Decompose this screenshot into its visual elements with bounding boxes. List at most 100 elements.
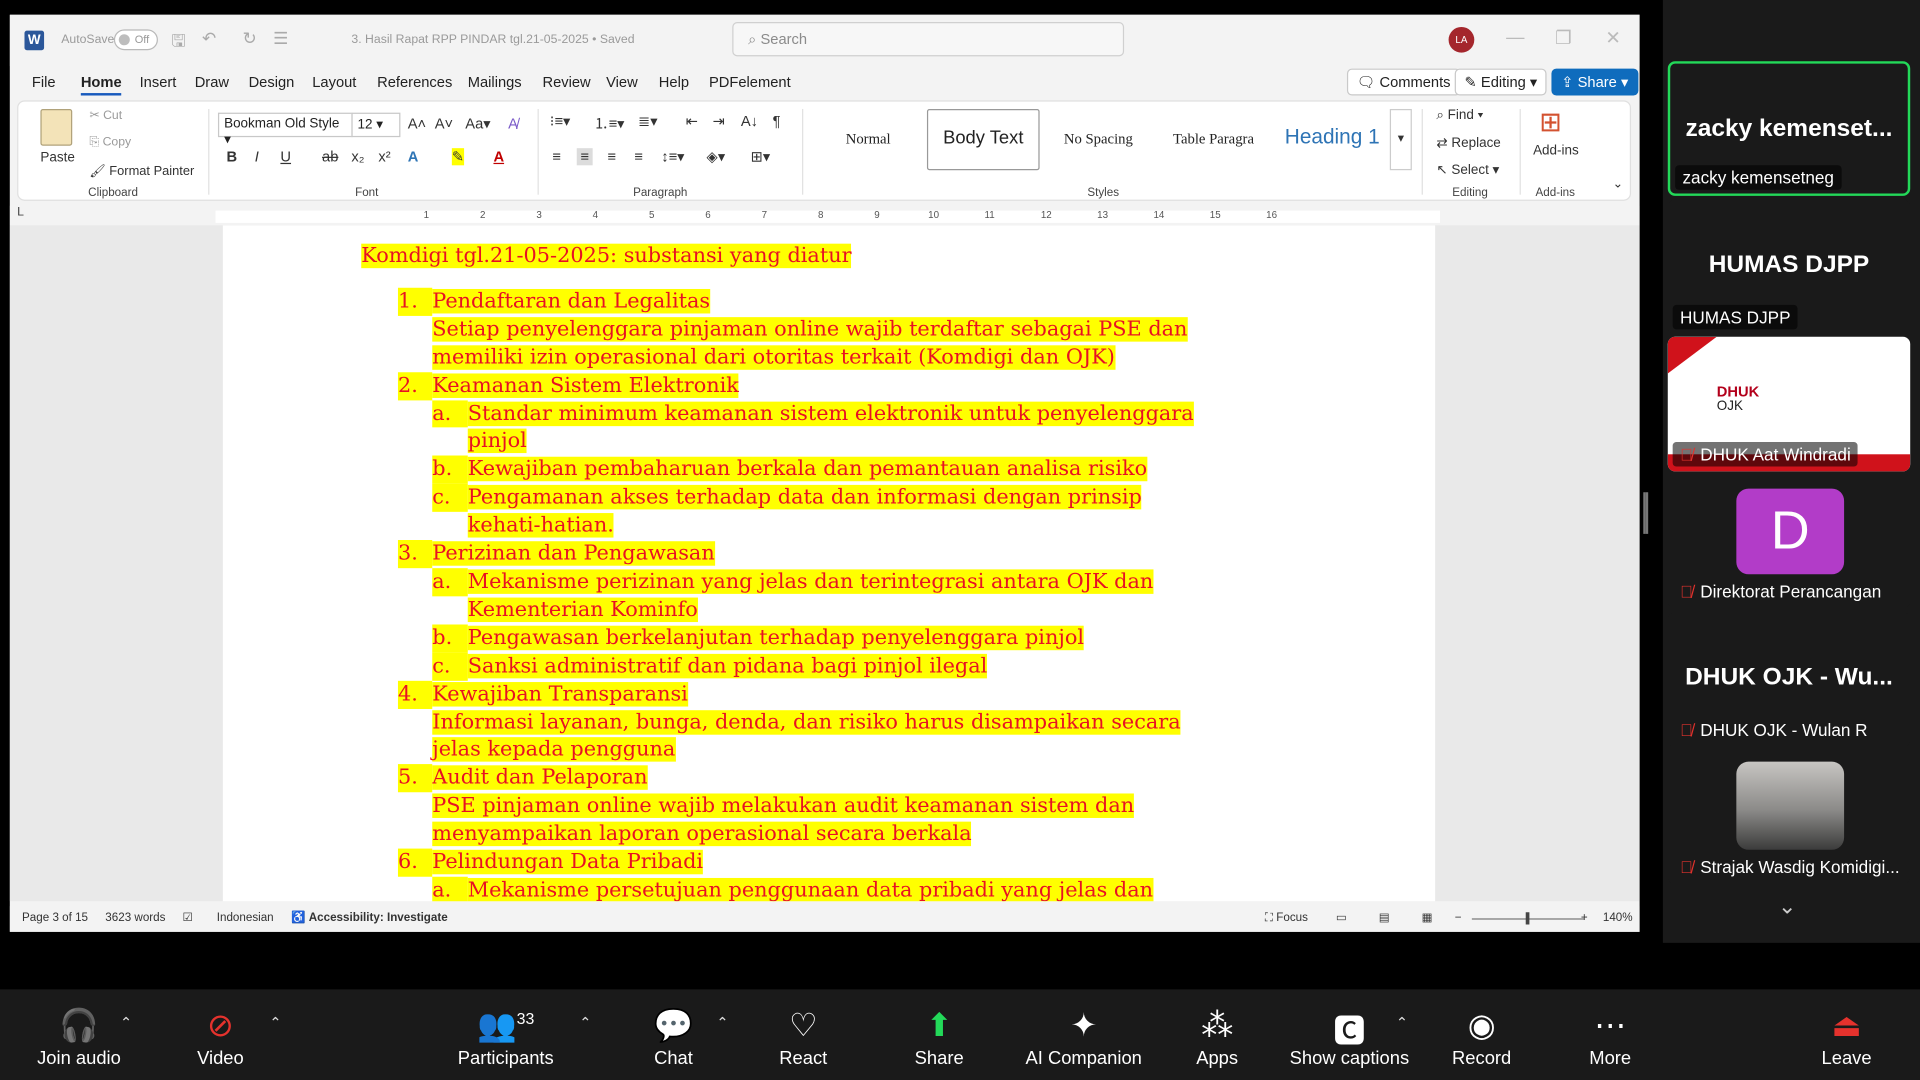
print-layout-icon[interactable]: ▤ (1379, 911, 1390, 924)
document-line[interactable]: a. Mekanisme perizinan yang jelas dan ter… (361, 568, 1193, 597)
bold-icon[interactable]: B (227, 148, 238, 165)
document-line[interactable]: Kementerian Kominfo (361, 596, 1193, 624)
document-line[interactable]: 3. Perizinan dan Pengawasan (361, 540, 1193, 569)
participants-options-caret[interactable]: ⌃ (579, 1014, 591, 1031)
participant-tile-active[interactable]: zacky kemenset... zacky kemensetneg (1667, 61, 1911, 196)
tab-mailings[interactable]: Mailings (468, 73, 522, 90)
replace-button[interactable]: ⇄ Replace (1436, 135, 1500, 151)
paste-icon[interactable] (40, 108, 73, 146)
style-heading-1[interactable]: Heading 1 (1272, 109, 1392, 170)
select-button[interactable]: ↖ Select ▾ (1436, 162, 1499, 178)
zoom-slider-thumb[interactable] (1525, 912, 1530, 925)
language-indicator[interactable]: Indonesian (217, 911, 274, 924)
shading-icon[interactable]: ◈▾ (707, 148, 726, 165)
document-line[interactable]: 1. Pendaftaran dan Legalitas (361, 287, 1193, 316)
justify-icon[interactable]: ≡ (634, 148, 643, 165)
list-item-text[interactable]: Kementerian Kominfo (467, 597, 698, 622)
tab-help[interactable]: Help (659, 73, 689, 90)
document-line[interactable]: c. Sanksi administratif dan pidana bagi p… (361, 652, 1193, 681)
more-button[interactable]: ⋯ More (1580, 1007, 1641, 1069)
accessibility-status[interactable]: ♿ Accessibility: Investigate (291, 911, 447, 924)
word-count[interactable]: 3623 words (105, 911, 165, 924)
change-case-icon[interactable]: Aa▾ (465, 115, 490, 132)
font-name-select[interactable]: Bookman Old Style ▾ (217, 112, 353, 147)
autosave-toggle[interactable]: Off (113, 29, 158, 51)
shrink-font-icon[interactable]: A˅ (435, 115, 453, 132)
style-table-paragraph[interactable]: Table Paragra (1157, 109, 1270, 170)
align-left-icon[interactable]: ≡ (552, 148, 561, 165)
document-line[interactable]: Informasi layanan, bunga, denda, dan ris… (361, 708, 1193, 736)
restore-icon[interactable]: ❐ (1555, 27, 1571, 49)
document-line[interactable]: a. Standar minimum keamanan sistem elektr… (361, 399, 1194, 428)
participant-tile-video[interactable]: DHUK OJK 🎙̸ DHUK Aat Windradi (1667, 336, 1911, 472)
ai-companion-button[interactable]: ✦ AI Companion (1019, 1007, 1149, 1069)
participants-button[interactable]: 👥33 Participants (451, 1007, 561, 1069)
save-icon[interactable]: 🖫 (171, 28, 186, 57)
apps-button[interactable]: ⁂ Apps (1185, 1007, 1249, 1069)
styles-more-icon[interactable]: ▾ (1389, 108, 1412, 171)
zoom-in-icon[interactable]: + (1581, 911, 1588, 924)
font-color-icon[interactable]: A (493, 148, 504, 165)
list-item-text[interactable]: Perizinan dan Pengawasan (432, 541, 715, 566)
share-screen-button[interactable]: ⬆ Share (906, 1007, 972, 1069)
document-line[interactable]: Setiap penyelenggara pinjaman online waj… (361, 316, 1193, 344)
search-input[interactable]: ⌕ Search (732, 22, 1125, 57)
list-item-text[interactable]: Audit dan Pelaporan (432, 765, 648, 791)
user-avatar[interactable]: LA (1448, 26, 1475, 53)
show-captions-button[interactable]: 🅲 Show captions (1286, 1007, 1413, 1069)
bullets-qa-icon[interactable]: ☰ (273, 28, 288, 49)
participant-tile[interactable]: HUMAS DJPP HUMAS DJPP (1667, 199, 1911, 335)
document-line[interactable]: b. Pengawasan berkelanjutan terhadap peny… (361, 624, 1193, 653)
paste-button[interactable]: Paste (40, 151, 74, 166)
tab-draw[interactable]: Draw (195, 73, 229, 90)
list-item-text[interactable]: Standar minimum keamanan sistem elektron… (467, 401, 1194, 426)
list-item-text[interactable]: PSE pinjaman online wajib melakukan audi… (432, 793, 1135, 819)
document-line[interactable]: pinjol (361, 428, 1193, 456)
style-normal[interactable]: Normal (812, 109, 925, 170)
list-item-text[interactable]: Pengamanan akses terhadap data dan infor… (467, 485, 1142, 510)
chat-options-caret[interactable]: ⌃ (716, 1014, 728, 1031)
document-line[interactable]: a. Mekanisme persetujuan penggunaan data … (361, 876, 1193, 902)
document-line[interactable]: 4. Kewajiban Transparansi (361, 680, 1193, 709)
document-line[interactable]: kehati-hatian. (361, 512, 1193, 540)
tab-pdfelement[interactable]: PDFelement (709, 73, 791, 90)
document-line[interactable]: b. Kewajiban pembaharuan berkala dan pema… (361, 455, 1193, 484)
record-button[interactable]: ◉ Record (1445, 1007, 1518, 1069)
list-item-text[interactable]: Setiap penyelenggara pinjaman online waj… (432, 316, 1187, 342)
comments-button[interactable]: 🗨 Comments (1346, 68, 1461, 96)
tab-review[interactable]: Review (542, 73, 590, 90)
proofing-icon[interactable]: ☑ (182, 911, 192, 924)
text-effects-icon[interactable]: A (408, 148, 419, 165)
tab-home[interactable]: Home (80, 73, 122, 96)
chat-button[interactable]: 💬 Chat (643, 1007, 704, 1069)
list-item-text[interactable]: Mekanisme persetujuan penggunaan data pr… (467, 877, 1154, 902)
participant-tile[interactable]: DHUK OJK - Wu... 🎙̸ DHUK OJK - Wulan R (1667, 612, 1911, 747)
tab-layout[interactable]: Layout (312, 73, 356, 90)
document-line[interactable]: PSE pinjaman online wajib melakukan audi… (361, 793, 1193, 821)
list-item-text[interactable]: jelas kepada pengguna (432, 737, 676, 763)
underline-icon[interactable]: U (280, 148, 291, 165)
cut-button[interactable]: ✂ Cut (89, 109, 122, 122)
numbering-icon[interactable]: ⒈≡▾ (594, 113, 625, 134)
document-body[interactable]: Komdigi tgl.21-05-2025: substansi yang d… (361, 242, 1194, 902)
tab-references[interactable]: References (377, 73, 452, 90)
web-layout-icon[interactable]: ▦ (1422, 911, 1433, 924)
list-item-text[interactable]: kehati-hatian. (467, 513, 614, 538)
clear-format-icon[interactable]: A̸ (508, 115, 518, 132)
document-line[interactable]: menyampaikan laporan operasional secara … (361, 821, 1193, 849)
page-count[interactable]: Page 3 of 15 (22, 911, 88, 924)
superscript-icon[interactable]: x² (378, 148, 390, 165)
tab-insert[interactable]: Insert (140, 73, 177, 90)
document-page[interactable]: Komdigi tgl.21-05-2025: substansi yang d… (222, 225, 1436, 902)
panel-resize-handle[interactable] (1643, 492, 1649, 534)
chevron-down-icon[interactable]: ⌄ (1778, 894, 1796, 920)
focus-button[interactable]: ⛶ Focus (1265, 911, 1308, 924)
list-item-text[interactable]: pinjol (467, 429, 527, 454)
captions-options-caret[interactable]: ⌃ (1396, 1014, 1408, 1031)
addins-icon[interactable]: ⊞ (1539, 107, 1562, 139)
ruler-track[interactable]: 1 2 3 4 5 6 7 8 9 10 11 12 13 14 15 16 (215, 209, 1441, 223)
style-body-text[interactable]: Body Text (926, 108, 1040, 171)
decrease-indent-icon[interactable]: ⇤ (686, 113, 698, 130)
align-right-icon[interactable]: ≡ (607, 148, 616, 165)
addins-button[interactable]: Add-ins (1533, 143, 1579, 158)
